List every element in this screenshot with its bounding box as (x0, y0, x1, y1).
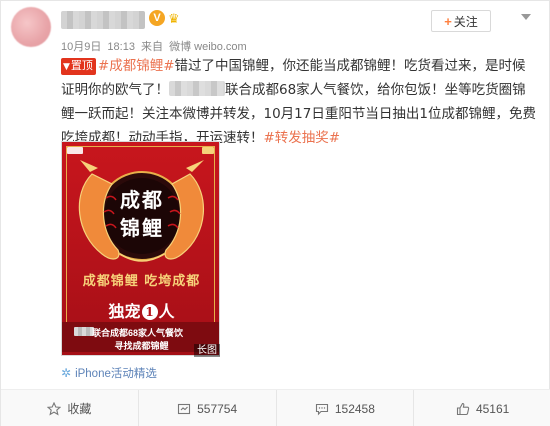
post-time[interactable]: 18:13 (107, 41, 135, 53)
post-date[interactable]: 10月9日 (61, 41, 101, 53)
star-icon (47, 401, 62, 416)
comment-icon (315, 403, 328, 415)
repost-count: 557754 (197, 401, 238, 416)
post-source[interactable]: ✲ iPhone活动精选 (61, 365, 157, 381)
poster-slogan: 成都锦鲤 吃垮成都 (82, 274, 201, 289)
post-text: ▼置顶 #成都锦鲤#错过了中国锦鲤，你还能当成都锦鲤！吃货看过来，是时候证明你的欧… (61, 54, 539, 150)
favorite-button[interactable]: 收藏 (1, 390, 138, 426)
verified-v-icon: V (149, 10, 165, 26)
like-count: 45161 (475, 401, 510, 416)
pinned-label: 置顶 (70, 59, 93, 72)
source-site[interactable]: 微博 weibo.com (169, 41, 247, 53)
plus-icon: + (444, 13, 452, 29)
chevron-down-icon[interactable] (521, 14, 531, 20)
post-meta: 10月9日 18:13 来自 微博 weibo.com (61, 38, 250, 54)
poster-exclusive-number: 1 (141, 304, 158, 320)
hashtag-link-koi[interactable]: #成都锦鲤# (98, 58, 175, 74)
weibo-post-card: V ♛ 10月9日 18:13 来自 微博 weibo.com + 关注 ▼置顶… (0, 0, 550, 426)
crown-icon: ♛ (168, 11, 180, 26)
long-image-badge: 长图 (194, 344, 220, 357)
thumbs-up-icon (456, 402, 470, 415)
poster-exclusive-line: 独宠 1 人 (62, 298, 219, 322)
poster-redacted-brand (74, 327, 94, 336)
comment-button[interactable]: 152458 (275, 390, 414, 426)
action-bar: 收藏 557754 152458 45161 (1, 390, 550, 426)
redacted-account-name (169, 81, 225, 96)
favorite-label: 收藏 (67, 402, 92, 416)
via-label: 来自 (141, 41, 164, 53)
poster-footer-line1: 联合成都68家人气餐饮 (92, 328, 184, 338)
repost-button[interactable]: 557754 (137, 390, 276, 426)
follow-button[interactable]: + 关注 (431, 10, 491, 32)
username-redacted[interactable] (61, 11, 145, 29)
follow-label: 关注 (453, 14, 478, 29)
pinned-badge: ▼置顶 (61, 58, 96, 75)
sparkle-icon: ✲ (61, 366, 72, 380)
poster-exclusive-pre: 独宠 (108, 302, 141, 321)
poster-logo-secondary (202, 147, 214, 154)
avatar[interactable] (11, 7, 51, 47)
poster-logo (67, 147, 83, 154)
repost-icon (178, 403, 191, 414)
pin-icon: ▼ (63, 62, 70, 72)
poster-title: 成都 锦鲤 (114, 186, 170, 242)
poster-title-line1: 成都 (120, 188, 164, 212)
like-button[interactable]: 45161 (413, 390, 550, 426)
comment-count: 152458 (334, 401, 375, 416)
source-label: iPhone活动精选 (75, 368, 157, 380)
poster-exclusive-post: 人 (158, 302, 175, 321)
poster-image[interactable]: 成都 锦鲤 成都锦鲤 吃垮成都 独宠 1 人 联合成都68家人气餐饮 寻找成都锦鲤 (61, 141, 220, 356)
hashtag-link-lottery[interactable]: #转发抽奖# (264, 130, 341, 146)
poster-title-line2: 锦鲤 (120, 216, 164, 240)
